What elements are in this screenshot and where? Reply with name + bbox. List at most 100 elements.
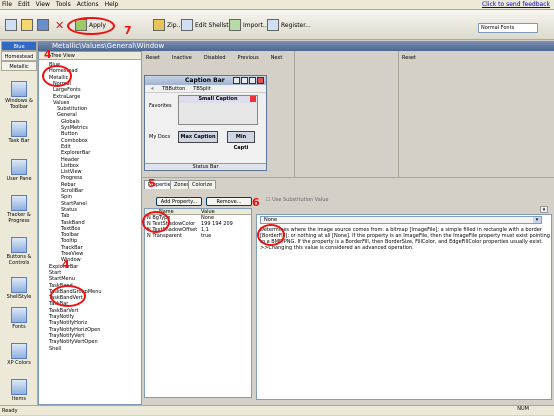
- tree-node[interactable]: Tab: [61, 213, 69, 219]
- minimize-icon[interactable]: [241, 77, 248, 84]
- tree-node[interactable]: Header: [61, 157, 79, 163]
- tree-node[interactable]: ExplorerBar: [61, 150, 90, 156]
- preview-reset[interactable]: Reset: [146, 55, 160, 64]
- tree-node[interactable]: TaskBarVert: [49, 308, 78, 314]
- delete-icon: ✕: [55, 18, 65, 32]
- tree-node[interactable]: General: [57, 112, 77, 118]
- menu-file[interactable]: File: [2, 1, 12, 8]
- preview-inactive[interactable]: Inactive: [172, 55, 192, 64]
- tree-node[interactable]: TrayNotifyVert: [49, 333, 84, 339]
- category-tracker-progress[interactable]: Tracker & Progress: [1, 195, 37, 224]
- tab-colorize[interactable]: Colorize: [188, 180, 217, 189]
- tree-node[interactable]: Button: [61, 131, 78, 137]
- register-button[interactable]: Register...: [264, 14, 314, 36]
- category-label: Task Bar: [8, 138, 30, 144]
- max-caption-button[interactable]: Max Caption: [178, 131, 218, 143]
- category-xp-colors[interactable]: XP Colors: [1, 343, 37, 366]
- category-fonts[interactable]: Fonts: [1, 307, 37, 330]
- tab-metallic[interactable]: Metallic: [1, 61, 37, 71]
- menu-view[interactable]: View: [36, 1, 50, 8]
- tree-node[interactable]: TextBox: [61, 226, 80, 232]
- tree-node[interactable]: Rebar: [61, 182, 76, 188]
- menu-tools[interactable]: Tools: [56, 1, 71, 8]
- preview-previous[interactable]: Previous: [238, 55, 259, 64]
- tab-homestead[interactable]: Homestead: [1, 51, 37, 61]
- tree-node[interactable]: Start: [49, 270, 61, 276]
- tree-node[interactable]: StartMenu: [49, 276, 75, 282]
- tb-chevron[interactable]: «: [151, 85, 154, 92]
- tree-node[interactable]: TreeView: [61, 251, 83, 257]
- tree-node[interactable]: Tooltip: [61, 238, 77, 244]
- expand-icon[interactable]: ▾: [540, 206, 548, 213]
- new-icon: [5, 19, 17, 31]
- tree-node[interactable]: TrayNotify: [49, 314, 74, 320]
- tree-node[interactable]: StartPanel: [61, 201, 87, 207]
- menu-edit[interactable]: Edit: [18, 1, 30, 8]
- num-lock-indicator: NUM: [517, 406, 529, 412]
- tree-node[interactable]: TrayNotifyVertOpen: [49, 339, 98, 345]
- min-caption-button[interactable]: Min Capti: [227, 131, 255, 151]
- tree-node[interactable]: Status: [61, 207, 77, 213]
- properties-area: Properties Zones Colorize Add Property..…: [142, 178, 554, 405]
- preview-toolbar-right: Reset: [398, 55, 416, 64]
- homestead-highlight-circle: [42, 65, 72, 87]
- menu-bar: File Edit View Tools Actions Help: [0, 0, 554, 10]
- close-icon[interactable]: [257, 77, 264, 84]
- tree-node[interactable]: Spin: [61, 194, 72, 200]
- delete-button[interactable]: ✕: [52, 14, 67, 36]
- category-task-bar[interactable]: Task Bar: [1, 121, 37, 144]
- tree-node[interactable]: Shell: [49, 346, 61, 352]
- tree-node[interactable]: Toolbar: [61, 232, 79, 238]
- tree-node[interactable]: Progress: [61, 175, 82, 181]
- save-button[interactable]: [34, 14, 52, 36]
- tbsplit[interactable]: TBSplit: [193, 85, 210, 92]
- help-icon[interactable]: [233, 77, 240, 84]
- fonts-icon: [11, 307, 27, 323]
- preview-reset-right[interactable]: Reset: [402, 55, 416, 64]
- maximize-icon[interactable]: [249, 77, 256, 84]
- dropdown-highlight-circle: [257, 224, 285, 246]
- tree-node[interactable]: Values: [53, 100, 69, 106]
- feedback-link[interactable]: Click to send feedback: [482, 1, 550, 8]
- window-highlight-circle: [50, 285, 86, 307]
- menu-actions[interactable]: Actions: [77, 1, 99, 8]
- disk-icon: [37, 19, 49, 31]
- tree-node[interactable]: TrackBar: [61, 245, 83, 251]
- small-close-icon[interactable]: [250, 96, 256, 102]
- tbbutton[interactable]: TBButton: [162, 85, 185, 92]
- table-row[interactable]: N Transparent true: [145, 233, 251, 239]
- tree-node[interactable]: Substitution: [57, 106, 87, 112]
- preview-next[interactable]: Next: [271, 55, 283, 64]
- category-buttons-controls[interactable]: Buttons & Controls: [1, 237, 37, 266]
- tree-node[interactable]: Combobox: [61, 138, 88, 144]
- font-size-select[interactable]: Normal Fonts: [478, 23, 538, 33]
- tree-node[interactable]: TrayNotifyHoriz: [49, 320, 87, 326]
- folder-icon: [21, 19, 33, 31]
- category-items[interactable]: Items: [1, 379, 37, 402]
- tree-node[interactable]: SysMetrics: [61, 125, 88, 131]
- tree-node[interactable]: TaskBand: [61, 220, 85, 226]
- tree-node[interactable]: TrayNotifyHorizOpen: [49, 327, 100, 333]
- favorites-label: Favorites: [149, 103, 172, 109]
- property-editor: None ▾ Determines where the image source…: [256, 214, 552, 400]
- preview-area: Reset Inactive Disabled Previous Next Re…: [142, 51, 554, 178]
- category-windows-toolbar[interactable]: Windows & Toolbar: [1, 81, 37, 110]
- tree-node[interactable]: Globals: [61, 119, 80, 125]
- tree-node[interactable]: Listbox: [61, 163, 79, 169]
- menu-help[interactable]: Help: [105, 1, 119, 8]
- chevron-down-icon[interactable]: ▾: [533, 217, 541, 223]
- value-dropdown[interactable]: None ▾: [260, 216, 542, 224]
- category-shellstyle[interactable]: ShellStyle: [1, 277, 37, 300]
- tree-node[interactable]: ScrollBar: [61, 188, 83, 194]
- add-property-button[interactable]: Add Property...: [156, 197, 202, 206]
- annotation-7: 7: [124, 24, 132, 37]
- tree-node[interactable]: ExtraLarge: [53, 94, 80, 100]
- tree-node[interactable]: LargeFonts: [53, 87, 81, 93]
- use-substitution-checkbox[interactable]: ☐ Use Substitution Value: [266, 197, 329, 203]
- category-user-pane[interactable]: User Pane: [1, 159, 37, 182]
- tree-node[interactable]: ListView: [61, 169, 82, 175]
- tab-blue[interactable]: Blue: [1, 41, 37, 51]
- preview-disabled[interactable]: Disabled: [204, 55, 226, 64]
- remove-button[interactable]: Remove...: [206, 197, 252, 206]
- tree-node[interactable]: Edit: [61, 144, 71, 150]
